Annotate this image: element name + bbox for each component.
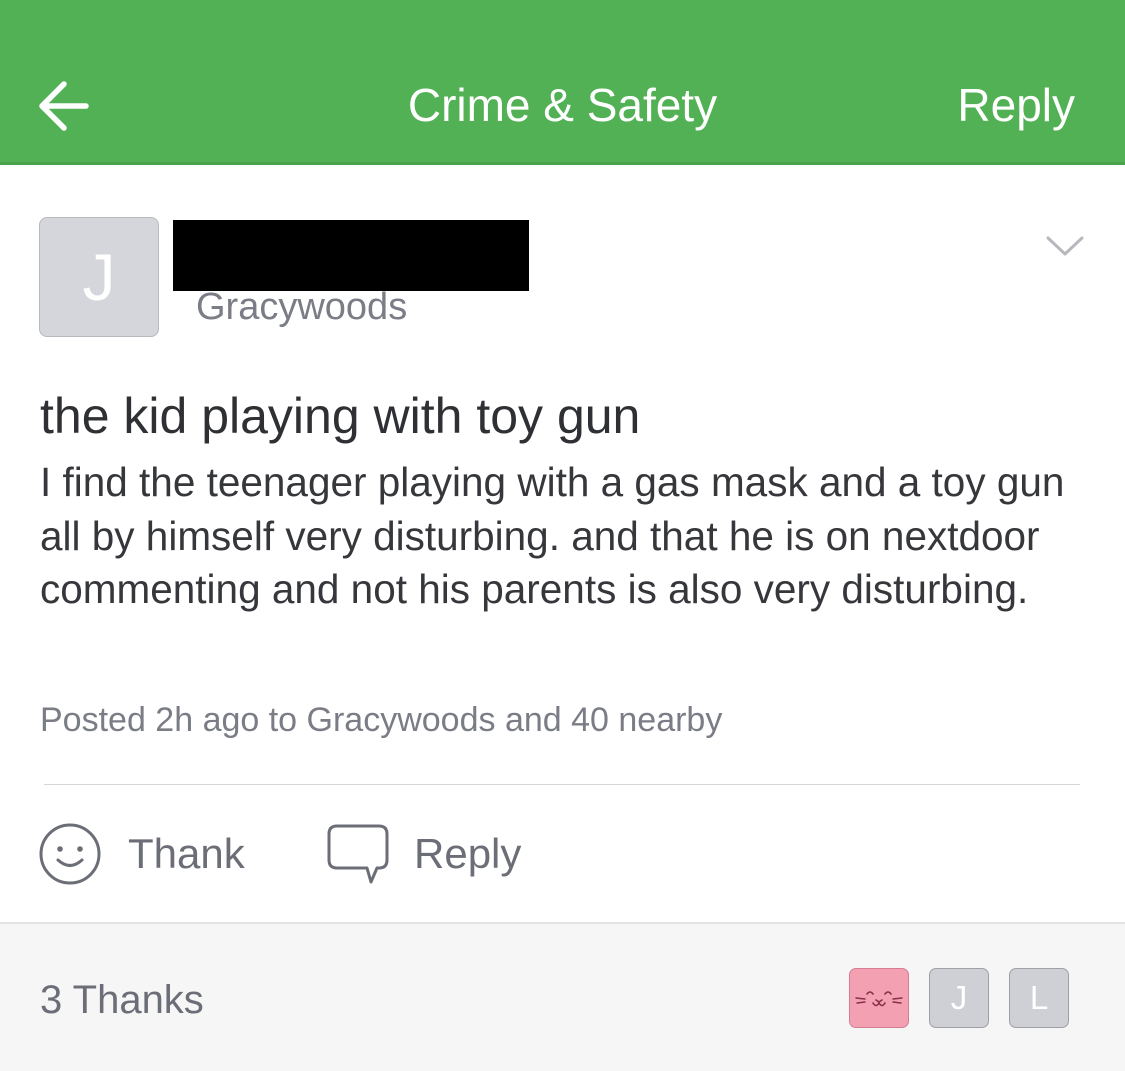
thank-label: Thank <box>128 830 245 877</box>
author-neighborhood[interactable]: Gracywoods <box>196 284 407 330</box>
thanks-count[interactable]: 3 Thanks <box>40 976 204 1024</box>
post-title: the kid playing with toy gun <box>40 388 641 444</box>
thanker-avatar[interactable]: L <box>1009 968 1069 1028</box>
post-body: I find the teenager playing with a gas m… <box>40 459 1065 612</box>
author-avatar[interactable]: J <box>39 217 159 337</box>
thanker-avatar[interactable]: J <box>929 968 989 1028</box>
header-reply-button[interactable]: Reply <box>957 78 1075 132</box>
thanker-avatar[interactable] <box>849 968 909 1028</box>
divider <box>44 784 1080 785</box>
page-title: Crime & Safety <box>407 79 718 131</box>
post-meta: Posted 2h ago to Gracywoods and 40 nearb… <box>40 701 723 739</box>
reply-label: Reply <box>414 830 522 877</box>
top-navigation-bar: Crime & Safety Reply <box>0 0 1125 165</box>
reply-button[interactable]: Reply <box>325 822 545 886</box>
thanks-footer: 3 Thanks J L <box>0 922 1125 1071</box>
cat-face-icon <box>855 991 903 1007</box>
author-name-redacted[interactable] <box>173 220 529 291</box>
speech-bubble-icon <box>327 824 389 884</box>
smiley-icon <box>39 823 101 885</box>
chevron-down-icon <box>1046 236 1084 256</box>
post-options-button[interactable] <box>1042 226 1088 266</box>
thank-button[interactable]: Thank <box>38 822 268 886</box>
